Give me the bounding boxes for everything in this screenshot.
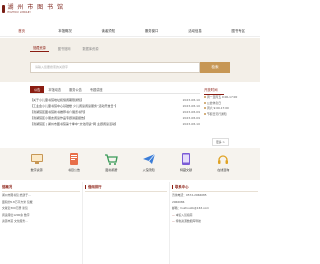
intro-line: 文献近300万册 新馆	[2, 206, 28, 210]
hours-line: 节假日另行通知	[204, 112, 260, 118]
library-intro: 馆概况 湖州市图书馆 始建于… 面积约5.8万平方米 馆藏 文献近300万册 新…	[0, 182, 82, 264]
headset-icon	[218, 155, 229, 164]
search-tab-collection[interactable]: 馆藏资源	[30, 44, 49, 52]
news-tabs: 公告 本馆动态 服务公告 专题讲座	[30, 86, 200, 94]
service-entry-guide[interactable]: 入馆须知	[130, 151, 167, 177]
bottom-columns: 馆概况 湖州市图书馆 始建于… 面积约5.8万平方米 馆藏 文献近300万册 新…	[0, 182, 260, 264]
section-marker-icon	[172, 185, 173, 189]
search-input[interactable]: 请输入您要搜索的关键字	[30, 62, 200, 73]
logo-english-text: HUZHOU LIBRARY	[7, 10, 32, 14]
service-label: 图书捐赠	[105, 168, 118, 172]
logo-seal-icon	[2, 5, 6, 13]
service-label: 入馆须知	[142, 168, 155, 172]
main-nav: 首页 本馆概况 读者须知 服务窗口 活动信息 图书专区	[0, 26, 260, 37]
intro-line: 资源丰富 文化服务…	[2, 219, 29, 223]
service-digital-resources[interactable]: 数字资源	[18, 151, 55, 177]
service-catalog-notice[interactable]: 书目公告	[55, 151, 92, 177]
more-button[interactable]: 更多 >	[212, 138, 229, 146]
service-label: 数字资源	[30, 168, 43, 172]
intro-line: 湖州市图书馆 始建于…	[2, 193, 31, 197]
search-row: 请输入您要搜索的关键字 检索	[30, 62, 230, 73]
opening-hours-panel: 开放时间 周一至周五 9:00-17:00 公益休息日 周六 9:00-17:0…	[204, 86, 260, 146]
bullet-icon	[204, 107, 206, 109]
search-tab-library-net[interactable]: 图书馆网	[55, 45, 74, 52]
news-tab-library-news[interactable]: 本馆动态	[44, 86, 65, 93]
service-label: 在线咨询	[217, 168, 230, 172]
services-strip: 数字资源 书目公告 图书捐赠 入馆须知 特藏文献 在线咨询	[0, 148, 260, 180]
contact-line: 咨询电话：0572-2066085	[172, 193, 207, 197]
nav-item-service-window[interactable]: 服务窗口	[130, 26, 173, 36]
opening-hours-title: 开放时间	[204, 86, 260, 95]
news-date: 2023-08-10	[182, 122, 200, 126]
bullet-icon	[204, 101, 206, 104]
news-tab-lectures[interactable]: 专题讲座	[86, 86, 107, 93]
news-title[interactable]: 【滨湖馆区 | 湖州市图书馆第十季中“文化阅读”网 主题阅读活动】	[30, 121, 118, 127]
contact-line: 2066086	[172, 199, 185, 204]
screen-icon	[30, 154, 43, 164]
intro-line: 面积约5.8万平方米 馆藏	[2, 199, 33, 204]
service-book-donation[interactable]: 图书捐赠	[93, 151, 130, 177]
book-icon	[69, 153, 78, 165]
service-online-consult[interactable]: 在线咨询	[205, 151, 242, 177]
contact-center: 联系中心 咨询电话：0572-2066085 2066086 邮箱：huzhou…	[170, 182, 260, 264]
search-tab-database[interactable]: 数据库资源	[80, 45, 102, 52]
service-label: 书目公告	[67, 168, 80, 172]
bullet-icon	[204, 96, 206, 98]
section-title: 馆概况	[2, 184, 80, 192]
tablet-icon	[181, 153, 190, 165]
search-box: 馆藏资源 图书馆网 数据库资源 请输入您要搜索的关键字 检索	[30, 44, 230, 76]
search-button[interactable]: 检索	[200, 62, 230, 73]
nav-item-books[interactable]: 图书专区	[217, 26, 260, 36]
section-marker-icon	[85, 185, 86, 189]
news-panel: 公告 本馆动态 服务公告 专题讲座 【关于小儿童书馆地址和借阅期限通知】 202…	[30, 86, 200, 146]
news-tab-service-notice[interactable]: 服务公告	[65, 86, 86, 93]
section-title: 联系中心	[172, 184, 258, 192]
search-banner: 馆藏资源 图书馆网 数据库资源 请输入您要搜索的关键字 检索	[0, 38, 260, 82]
quick-link[interactable]: — 特色资源数据库导航	[172, 218, 258, 224]
library-logo[interactable]: 湖 州 市 图 书 馆 HUZHOU LIBRARY	[2, 4, 64, 14]
nav-item-events[interactable]: 活动信息	[173, 26, 216, 36]
bullet-icon	[204, 112, 206, 115]
paper-plane-icon	[142, 153, 155, 164]
search-tabs: 馆藏资源 图书馆网 数据库资源	[30, 44, 230, 52]
service-label: 特藏文献	[179, 168, 192, 172]
cart-icon	[105, 154, 119, 165]
header: 湖 州 市 图 书 馆 HUZHOU LIBRARY	[0, 0, 260, 22]
list-item[interactable]: 【滨湖馆区 | 湖州市图书馆第十季中“文化阅读”网 主题阅读活动】 2023-0…	[30, 121, 200, 127]
section-title: 借阅排行	[85, 184, 167, 192]
borrow-ranking: 借阅排行	[82, 182, 170, 264]
news-list: 【关于小儿童书馆地址和借阅期限通知】 2023-08-10 【工业会小儿童书馆中…	[30, 97, 200, 127]
nav-item-home[interactable]: 首页	[0, 26, 43, 36]
nav-item-overview[interactable]: 本馆概况	[43, 26, 86, 36]
service-special-collection[interactable]: 特藏文献	[167, 151, 204, 177]
intro-line: 阅读座位1200余 数字	[2, 212, 30, 217]
news-tab-notice[interactable]: 公告	[30, 86, 45, 93]
nav-item-reader-guide[interactable]: 读者须知	[87, 26, 130, 36]
